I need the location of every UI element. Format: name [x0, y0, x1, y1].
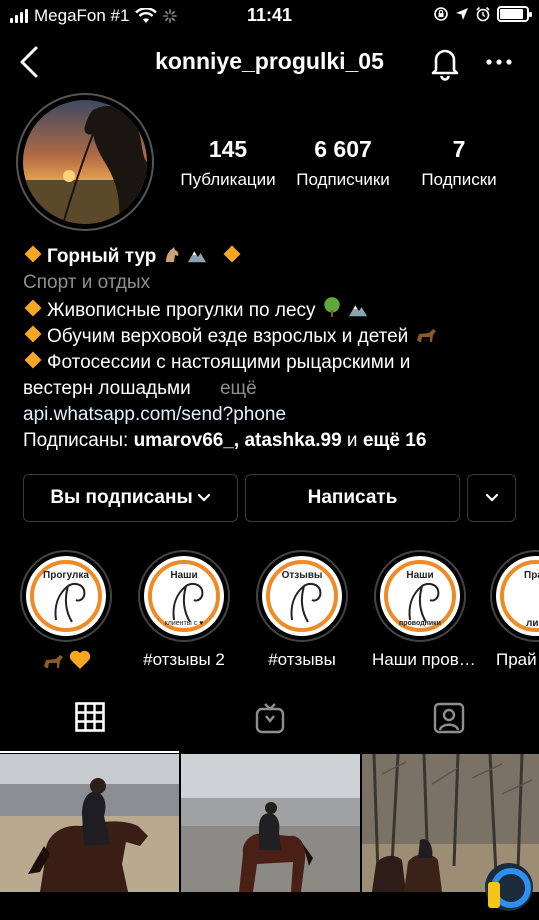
stat-followers[interactable]: 6 607 Подписчики: [288, 136, 398, 190]
bio-line-1-text: Живописные прогулки по лесу: [47, 300, 316, 321]
bio-line-1: Живописные прогулки по лесу: [23, 296, 523, 324]
bio-category: Спорт и отдых: [23, 272, 151, 293]
highlight-cover-subtitle: проводники: [399, 620, 441, 627]
stat-following[interactable]: 7 Подписки: [404, 136, 514, 190]
orange-heart-icon: [70, 650, 91, 669]
bio-website-link[interactable]: api.whatsapp.com/send?phone: [23, 402, 523, 428]
highlight-2[interactable]: Наши клиенты с ♥ #отзывы 2: [136, 550, 232, 670]
mountain-emoji-icon: [187, 251, 207, 263]
horse-emoji-icon: [43, 655, 63, 668]
grid-icon: [75, 702, 105, 732]
battery-fill: [500, 9, 524, 19]
message-button-label: Написать: [307, 487, 398, 508]
battery-icon: [497, 6, 532, 22]
tagged-icon: [433, 702, 465, 734]
followed-by-prefix: Подписаны:: [23, 430, 134, 451]
highlight-5[interactable]: Пра ли Прай: [490, 550, 539, 670]
tab-igtv[interactable]: [240, 702, 300, 742]
rotation-lock-icon: [434, 7, 448, 21]
highlight-3-label: #отзывы: [268, 650, 336, 669]
followed-by[interactable]: Подписаны: umarov66_, atashka.99 и ещё 1…: [23, 428, 523, 454]
more-icon[interactable]: [484, 42, 514, 82]
followers-label: Подписчики: [296, 170, 390, 189]
highlight-5-label: Прай: [496, 650, 537, 669]
bio-name: Горный тур: [47, 246, 157, 267]
following-button[interactable]: Вы подписаны: [23, 474, 238, 522]
avatar: [23, 100, 147, 224]
highlight-cover-subtitle: ли: [526, 618, 539, 629]
following-label: Подписки: [421, 170, 497, 189]
grid-post-2[interactable]: [181, 754, 360, 892]
igtv-icon: [255, 703, 285, 734]
highlight-cover: Прогулка: [20, 550, 112, 642]
bell-icon[interactable]: [428, 42, 462, 82]
diamond-icon: [223, 245, 241, 263]
followers-count: 6 607: [314, 136, 372, 162]
chevron-down-icon: [485, 493, 498, 502]
bio-line-2-text: Обучим верховой езде взрослых и детей: [47, 326, 409, 347]
bio-line-4: вестерн лошадьми ещё: [23, 376, 523, 402]
app-logo-icon: [485, 863, 533, 911]
horse-head-icon: [290, 582, 322, 623]
horse-emoji-icon: [416, 329, 436, 342]
suggested-accounts-button[interactable]: [467, 474, 516, 522]
posts-label: Публикации: [180, 170, 276, 189]
bio-line-4-text: вестерн лошадьми: [23, 378, 191, 399]
profile-avatar-ring[interactable]: [16, 93, 154, 231]
tab-tagged[interactable]: [419, 702, 479, 742]
profile-bio: Горный тур Спорт и отдых Живописные прог…: [23, 244, 523, 454]
followed-by-users: umarov66_, atashka.99: [133, 430, 342, 451]
overlay-app-badge[interactable]: [484, 862, 534, 912]
highlight-cover: Наши проводники: [374, 550, 466, 642]
message-button[interactable]: Написать: [245, 474, 460, 522]
bio-name-line: Горный тур: [23, 244, 523, 270]
bio-line-3: Фотосессии с настоящими рыцарскими и: [23, 350, 523, 376]
following-count: 7: [452, 136, 466, 162]
diamond-icon: [24, 245, 42, 263]
profile-header: konniye_progulki_05: [0, 38, 539, 84]
diamond-icon: [24, 299, 42, 317]
bio-more-link[interactable]: ещё: [220, 378, 257, 399]
bio-line-3-text: Фотосессии с настоящими рыцарскими и: [47, 352, 411, 373]
chevron-down-icon: [197, 493, 210, 502]
highlight-cover: Отзывы: [256, 550, 348, 642]
status-bar: MegaFon #1 11:41: [0, 0, 539, 32]
highlight-4[interactable]: Наши проводники Наши пров…: [372, 550, 476, 670]
diamond-icon: [24, 325, 42, 343]
posts-count: 145: [208, 136, 248, 162]
diamond-icon: [24, 351, 42, 369]
avatar-image: [23, 100, 147, 224]
stat-posts[interactable]: 145 Публикации: [173, 136, 283, 190]
highlight-cover-title: Пра: [524, 570, 539, 581]
followed-by-more: ещё 16: [362, 430, 427, 451]
tab-grid[interactable]: [60, 702, 120, 742]
bio-line-2: Обучим верховой езде взрослых и детей: [23, 324, 523, 350]
status-right: [433, 6, 532, 22]
highlight-cover-subtitle: клиенты с ♥: [164, 620, 204, 627]
highlight-1-label: [18, 650, 114, 675]
mountain-emoji-icon: [348, 305, 368, 317]
highlight-4-label: Наши пров…: [372, 650, 476, 669]
highlight-cover: Наши клиенты с ♥: [138, 550, 230, 642]
alarm-icon: [476, 6, 490, 22]
horse-emoji-icon: [165, 247, 179, 262]
following-button-label: Вы подписаны: [50, 487, 193, 508]
horse-head-icon: [54, 582, 86, 623]
grid-post-1[interactable]: [0, 754, 179, 892]
tree-emoji-icon: [324, 297, 340, 317]
highlight-2-label: #отзывы 2: [143, 650, 225, 669]
post-photo: [0, 754, 179, 892]
highlight-3[interactable]: Отзывы #отзывы: [254, 550, 350, 670]
location-icon: [456, 8, 468, 20]
highlight-1[interactable]: Прогулка: [18, 550, 114, 675]
active-tab-indicator: [0, 751, 179, 753]
post-photo: [181, 754, 360, 892]
highlight-cover: Пра ли: [490, 550, 539, 642]
followed-by-mid: и: [341, 430, 363, 451]
